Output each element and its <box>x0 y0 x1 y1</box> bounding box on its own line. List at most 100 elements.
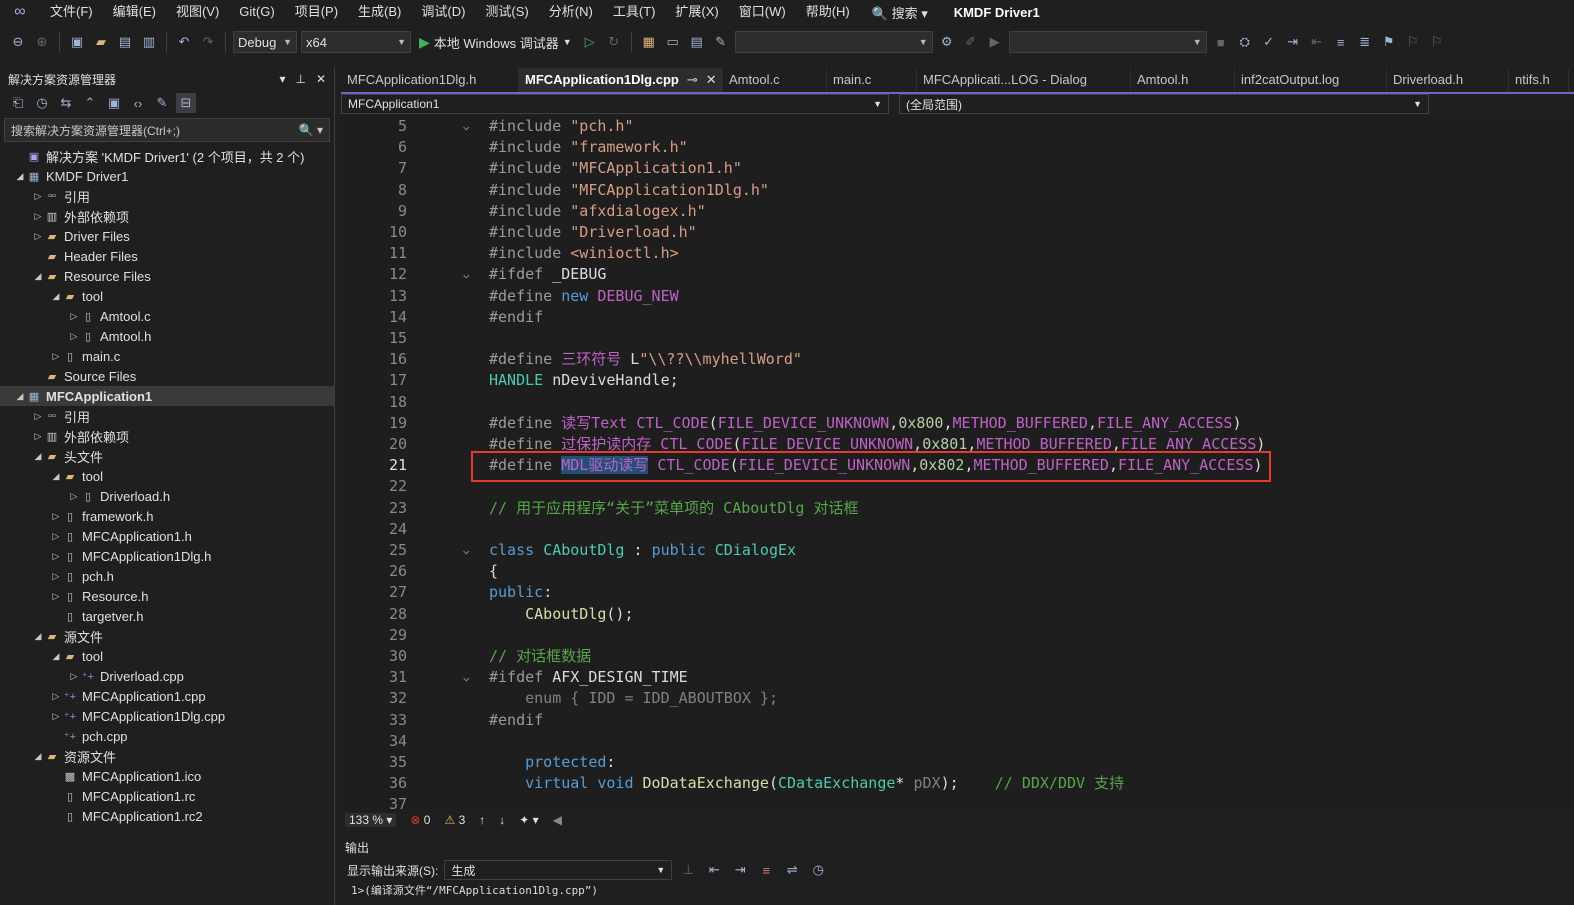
code-line[interactable]: 7 #include "MFCApplication1.h" <box>341 158 1574 179</box>
warning-count[interactable]: ⚠ 3 <box>444 813 465 827</box>
platform-select[interactable]: x64 ▼ <box>301 31 411 53</box>
indent-icon[interactable]: ⇥ <box>1283 32 1303 52</box>
tree-item[interactable]: ▷ ▯ MFCApplication1Dlg.h <box>0 546 334 566</box>
hot-reload-icon[interactable]: ↻ <box>604 32 624 52</box>
tree-item[interactable]: ▷ ▯ pch.h <box>0 566 334 586</box>
tree-item[interactable]: ▷ ▯ Amtool.h <box>0 326 334 346</box>
forward-icon[interactable]: ⊕ <box>32 32 52 52</box>
menu-item[interactable]: 文件(F) <box>40 0 103 24</box>
expanded-arrow-icon[interactable]: ◢ <box>50 651 62 662</box>
tree-item[interactable]: ▷ ⁺+ MFCApplication1Dlg.cpp <box>0 706 334 726</box>
collapsed-arrow-icon[interactable]: ▷ <box>50 571 62 582</box>
tool-icon[interactable]: ✎ <box>711 32 731 52</box>
menu-item[interactable]: 视图(V) <box>166 0 229 24</box>
expanded-arrow-icon[interactable]: ◢ <box>32 751 44 762</box>
expanded-arrow-icon[interactable]: ◢ <box>32 451 44 462</box>
tree-item[interactable]: ▷ ▯ framework.h <box>0 506 334 526</box>
tree-item[interactable]: ▷ ▫▫ 引用 <box>0 406 334 426</box>
fold-toggle-icon[interactable]: ⌵ <box>463 540 470 561</box>
save-all-icon[interactable]: ▥ <box>139 32 159 52</box>
collapsed-arrow-icon[interactable]: ▷ <box>50 511 62 522</box>
collapsed-arrow-icon[interactable]: ▷ <box>50 711 62 722</box>
collapsed-arrow-icon[interactable]: ▷ <box>50 531 62 542</box>
switch-view-icon[interactable]: ⎗ <box>8 93 28 113</box>
code-line[interactable]: 11 #include <winioctl.h> <box>341 243 1574 264</box>
code-line[interactable]: 32 enum { IDD = IDD_ABOUTBOX }; <box>341 688 1574 709</box>
show-all-files-icon[interactable]: ▣ <box>104 93 124 113</box>
threads-icon[interactable]: ⛭ <box>1235 32 1255 52</box>
code-line[interactable]: 8 #include "MFCApplication1Dlg.h" <box>341 180 1574 201</box>
comment-icon[interactable]: ▤ <box>687 32 707 52</box>
collapsed-arrow-icon[interactable]: ▷ <box>32 231 44 242</box>
uncomment-lines-icon[interactable]: ≣ <box>1355 32 1375 52</box>
search-button[interactable]: 🔍 搜索 ▾ <box>860 3 940 22</box>
editor-tab[interactable]: Amtool.c <box>723 68 827 92</box>
collapse-all-icon[interactable]: ⌃ <box>80 93 100 113</box>
tree-item[interactable]: ◢ ▦ KMDF Driver1 <box>0 166 334 186</box>
tree-item[interactable]: ▩ MFCApplication1.ico <box>0 766 334 786</box>
tree-item[interactable]: ◢ ▰ 源文件 <box>0 626 334 646</box>
editor-tab[interactable]: MFCApplicati...LOG - Dialog <box>917 68 1131 92</box>
code-line[interactable]: 15 <box>341 328 1574 349</box>
close-icon[interactable]: ✕ <box>316 72 326 86</box>
code-line[interactable]: 29 <box>341 625 1574 646</box>
code-line[interactable]: 37 <box>341 794 1574 810</box>
menu-item[interactable]: 生成(B) <box>348 0 411 24</box>
collapsed-arrow-icon[interactable]: ▷ <box>50 591 62 602</box>
code-line[interactable]: 10 #include "Driverload.h" <box>341 222 1574 243</box>
tree-item[interactable]: ◢ ▰ Resource Files <box>0 266 334 286</box>
tree-item[interactable]: ⁺+ pch.cpp <box>0 726 334 746</box>
pencil-icon[interactable]: ✐ <box>961 32 981 52</box>
comment-lines-icon[interactable]: ≡ <box>1331 32 1351 52</box>
menu-item[interactable]: 项目(P) <box>285 0 348 24</box>
outdent-icon[interactable]: ⇤ <box>1307 32 1327 52</box>
expanded-arrow-icon[interactable]: ◢ <box>50 291 62 302</box>
collapsed-arrow-icon[interactable]: ▷ <box>32 411 44 422</box>
tree-item[interactable]: ▷ ▯ main.c <box>0 346 334 366</box>
code-line[interactable]: 31 ⌵ #ifdef AFX_DESIGN_TIME <box>341 667 1574 688</box>
code-line[interactable]: 24 <box>341 519 1574 540</box>
back-icon[interactable]: ⊖ <box>8 32 28 52</box>
tree-item[interactable]: ◢ ▰ tool <box>0 466 334 486</box>
tree-item[interactable]: ▯ MFCApplication1.rc <box>0 786 334 806</box>
tree-item[interactable]: ▣ 解决方案 'KMDF Driver1' (2 个项目，共 2 个) <box>0 146 334 166</box>
menu-item[interactable]: 窗口(W) <box>729 0 796 24</box>
step-icon[interactable]: ▶ <box>985 32 1005 52</box>
scroll-left-icon[interactable]: ◀ <box>553 813 562 827</box>
menu-item[interactable]: 帮助(H) <box>796 0 860 24</box>
pin-icon[interactable]: ⊥ <box>295 72 305 86</box>
word-wrap-icon[interactable]: ⇌ <box>782 860 802 880</box>
panel-menu-icon[interactable]: ▾ <box>279 72 285 86</box>
collapsed-arrow-icon[interactable]: ▷ <box>50 691 62 702</box>
code-line[interactable]: 14 #endif <box>341 307 1574 328</box>
collapsed-arrow-icon[interactable]: ▷ <box>32 211 44 222</box>
sync-icon[interactable]: ⇆ <box>56 93 76 113</box>
tree-item[interactable]: ▷ ▥ 外部依赖项 <box>0 206 334 226</box>
fold-toggle-icon[interactable]: ⌵ <box>463 264 470 285</box>
menu-item[interactable]: 扩展(X) <box>665 0 728 24</box>
code-line[interactable]: 33 #endif <box>341 710 1574 731</box>
code-line[interactable]: 16 #define 三环符号 L"\\??\\myhellWord" <box>341 349 1574 370</box>
expanded-arrow-icon[interactable]: ◢ <box>32 271 44 282</box>
menu-item[interactable]: 编辑(E) <box>103 0 166 24</box>
collapsed-arrow-icon[interactable]: ▷ <box>50 551 62 562</box>
tree-item[interactable]: ▯ MFCApplication1.rc2 <box>0 806 334 826</box>
project-scope-select[interactable]: MFCApplication1 ▼ <box>341 94 889 114</box>
tree-item[interactable]: ◢ ▦ MFCApplication1 <box>0 386 334 406</box>
solution-search-input[interactable]: 搜索解决方案资源管理器(Ctrl+;) 🔍 ▾ <box>4 118 330 142</box>
save-icon[interactable]: ▤ <box>115 32 135 52</box>
editor-tab[interactable]: ntifs.h <box>1509 68 1569 92</box>
configuration-select[interactable]: Debug ▼ <box>233 31 297 53</box>
stop-icon[interactable]: ■ <box>1211 32 1231 52</box>
menu-item[interactable]: 调试(D) <box>411 0 475 24</box>
next-message-icon[interactable]: ⇥ <box>730 860 750 880</box>
code-line[interactable]: 25 ⌵ class CAboutDlg : public CDialogEx <box>341 540 1574 561</box>
editor-tab[interactable]: inf2catOutput.log <box>1235 68 1387 92</box>
debug-target-icon[interactable]: ⚙ <box>937 32 957 52</box>
preview-icon[interactable]: ⊟ <box>176 93 196 113</box>
toolbar-combo-2[interactable]: ▼ <box>1008 31 1207 53</box>
tree-item[interactable]: ▷ ▫▫ 引用 <box>0 186 334 206</box>
code-line[interactable]: 13 #define new DEBUG_NEW <box>341 286 1574 307</box>
collapsed-arrow-icon[interactable]: ▷ <box>32 431 44 442</box>
tree-item[interactable]: ▰ Source Files <box>0 366 334 386</box>
